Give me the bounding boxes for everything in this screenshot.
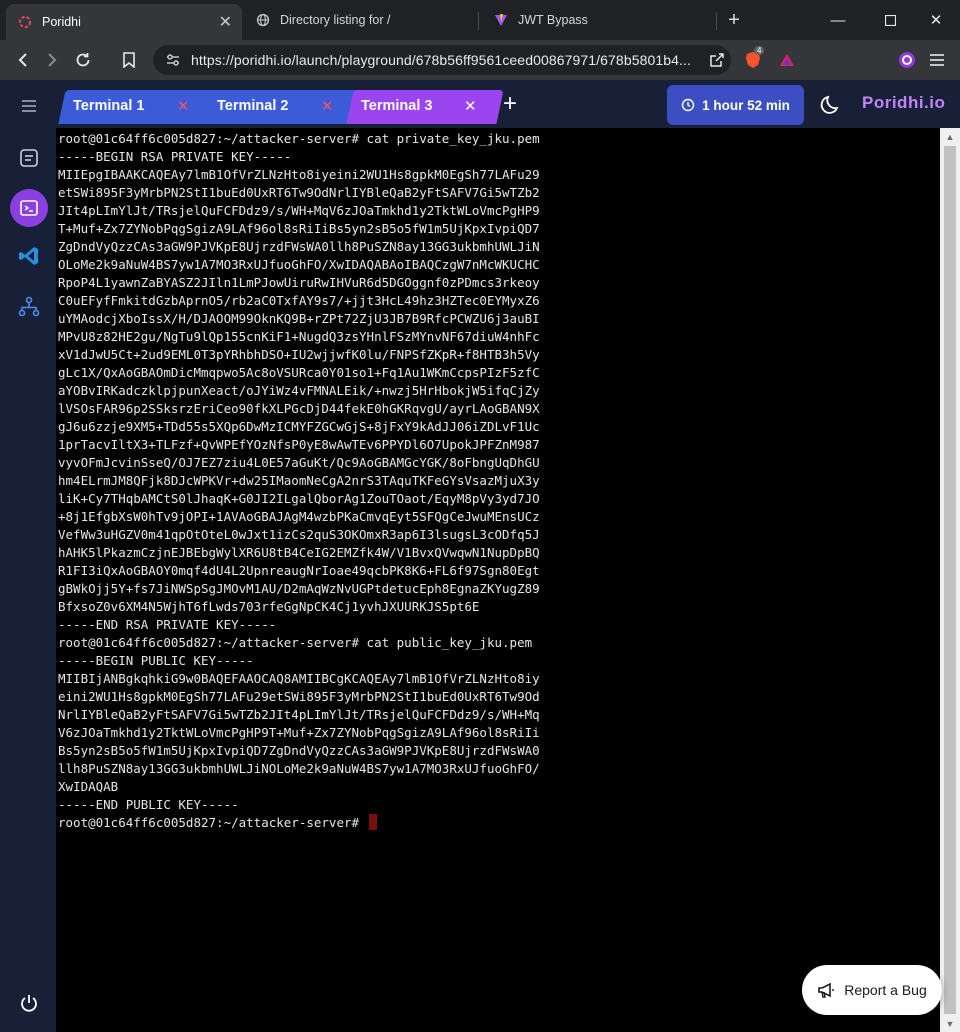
terminal-prompt: root@01c64ff6c005d827:~/attacker-server# bbox=[58, 815, 367, 830]
terminal-prompt-line: root@01c64ff6c005d827:~/attacker-server# bbox=[58, 814, 540, 832]
menu-icon[interactable] bbox=[925, 48, 949, 72]
site-settings-icon[interactable] bbox=[161, 48, 185, 72]
terminal-line: MIIEpgIBAAKCAQEAy7lmB1OfVrZLNzHto8iyeini… bbox=[58, 167, 540, 182]
terminal-output: root@01c64ff6c005d827:~/attacker-server#… bbox=[58, 130, 540, 832]
terminal-line: MIIBIjANBgkqhkiG9w0BAQEFAAOCAQ8AMIIBCgKC… bbox=[58, 671, 540, 686]
vite-logo-icon bbox=[494, 13, 508, 27]
forward-button[interactable] bbox=[40, 48, 64, 72]
browser-tab-poridhi[interactable]: Poridhi ✕ bbox=[6, 4, 242, 40]
terminal-line: -----END PUBLIC KEY----- bbox=[58, 797, 239, 812]
share-icon[interactable] bbox=[705, 48, 729, 72]
terminal-line: MPvU8z82HE2gu/NgTu9lQp155cnKiF1+NugdQ3zs… bbox=[58, 329, 540, 344]
terminal-line: +8j1EfgbXsW0hTv9jOPI+1AVAoGBAJAgM4wzbPKa… bbox=[58, 509, 540, 524]
terminal-line: eini2WU1Hs8gpkM0EgSh77LAFu29etSWi895F3yM… bbox=[58, 689, 540, 704]
terminal-line: OLoMe2k9aNuW4BS7yw1A7MO3RxUJfuoGhFO/XwID… bbox=[58, 257, 540, 272]
poridhi-logo: Poridhi.io bbox=[862, 93, 946, 112]
terminal-line: BfxsoZ0v6XM4N5WjhT6fLwds703rfeGgNpCK4Cj1… bbox=[58, 599, 480, 614]
dark-mode-toggle-icon[interactable] bbox=[820, 94, 842, 116]
terminal-line: NrlIYBleQaB2yFtSAFV7Gi5wTZb2JIt4pLImYlJt… bbox=[58, 707, 540, 722]
tab-divider bbox=[478, 12, 479, 30]
megaphone-icon bbox=[817, 982, 835, 998]
terminal-line: -----BEGIN RSA PRIVATE KEY----- bbox=[58, 149, 292, 164]
minimize-window-button[interactable]: — bbox=[818, 6, 858, 34]
terminal-window[interactable]: root@01c64ff6c005d827:~/attacker-server#… bbox=[56, 128, 940, 1032]
extension-badge: 4 bbox=[754, 46, 765, 55]
terminal-line: liK+Cy7THqbAMCtS0lJhaqK+G0JI2ILgalQborAg… bbox=[58, 491, 540, 506]
vscode-icon[interactable] bbox=[14, 241, 44, 271]
session-timer: 1 hour 52 min bbox=[667, 85, 804, 125]
close-terminal-3-icon[interactable]: ✕ bbox=[464, 97, 477, 115]
terminal-line: JIt4pLImYlJt/TRsjelQuFCFDdz9/s/WH+MqV6zJ… bbox=[58, 203, 540, 218]
back-button[interactable] bbox=[11, 48, 35, 72]
browser-tab-title: Directory listing for / bbox=[280, 13, 391, 27]
close-window-button[interactable]: ✕ bbox=[916, 6, 956, 34]
power-icon[interactable] bbox=[14, 988, 44, 1018]
hamburger-menu-icon[interactable] bbox=[14, 91, 44, 121]
add-terminal-button[interactable]: + bbox=[498, 90, 522, 117]
terminal-line: gBWkOjj5Y+fs7JiNWSpSgJMOvM1AU/D2mAqWzNvU… bbox=[58, 581, 540, 596]
scroll-down-arrow-icon[interactable]: ▼ bbox=[940, 1016, 960, 1032]
globe-icon bbox=[256, 13, 270, 27]
terminal-line: lVSOsFAR96p2SSksrzEriCeo90fkXLPGcDjD44fe… bbox=[58, 401, 540, 416]
terminal-line: 1prTacvIltX3+TLFzf+QvWPEfYOzNfsP0yE8wAwT… bbox=[58, 437, 540, 452]
terminal-line: T+Muf+Zx7ZYNobPqgSgizA9LAf96ol8sRiIiBs5y… bbox=[58, 221, 540, 236]
browser-tab-title: Poridhi bbox=[42, 15, 81, 29]
browser-tab-jwt-bypass[interactable]: JWT Bypass bbox=[482, 4, 714, 36]
browser-tab-title: JWT Bypass bbox=[518, 13, 588, 27]
terminal-line: C0uEFyfFmkitdGzbAprnO5/rb2aC0TxfAY9s7/+j… bbox=[58, 293, 540, 308]
terminal-line: uYMAodcjXboIssX/H/DJAOOM99OknKQ9B+rZPt72… bbox=[58, 311, 540, 326]
terminal-icon[interactable] bbox=[14, 193, 44, 223]
url-text[interactable]: https://poridhi.io/launch/playground/678… bbox=[191, 52, 701, 68]
terminal-line: etSWi895F3yMrbPN2StI1buEd0UxRT6Tw9OdNrlI… bbox=[58, 185, 540, 200]
terminal-line: R1FI3iQxAoGBAOY0mqf4dU4L2UpnreaugNrIoae4… bbox=[58, 563, 540, 578]
close-terminal-2-icon[interactable]: ✕ bbox=[321, 97, 334, 115]
notes-icon[interactable] bbox=[14, 143, 44, 173]
terminal-line: root@01c64ff6c005d827:~/attacker-server#… bbox=[58, 131, 540, 146]
profile-icon[interactable] bbox=[895, 48, 919, 72]
terminal-line: ZgDndVyQzzCAs3aGW9PJVKpE8UjrzdFWsWA0llh8… bbox=[58, 239, 540, 254]
tab-terminal-3-label[interactable]: Terminal 3 bbox=[361, 98, 432, 114]
terminal-line: llh8PuSZN8ay13GG3ukbmhUWLJiNOLoMe2k9aNuW… bbox=[58, 761, 540, 776]
brave-rewards-icon[interactable] bbox=[775, 48, 799, 72]
terminal-line: V6zJOaTmkhd1y2TktWLoVmcPgHP9T+Muf+Zx7ZYN… bbox=[58, 725, 540, 740]
timer-text: 1 hour 52 min bbox=[702, 97, 790, 113]
scrollbar-thumb[interactable] bbox=[944, 146, 956, 1014]
new-tab-button[interactable]: + bbox=[722, 8, 746, 32]
terminal-line: xV1dJwU5Ct+2ud9EML0T3pYRhbhDSO+IU2wjjwfK… bbox=[58, 347, 540, 362]
reload-button[interactable] bbox=[71, 48, 95, 72]
browser-tab-directory[interactable]: Directory listing for / bbox=[244, 4, 476, 36]
network-diagram-icon[interactable] bbox=[14, 292, 44, 322]
terminal-line: VefWw3uHGZV0m41qpOtOteL0wJxt1izCs2quS3OK… bbox=[58, 527, 540, 542]
report-bug-button[interactable]: Report a Bug bbox=[802, 965, 942, 1015]
terminal-line: RpoP4L1yawnZaBYASZ2JIln1LmPJowUiruRwIHVu… bbox=[58, 275, 540, 290]
tab-terminal-2-label[interactable]: Terminal 2 bbox=[217, 98, 288, 114]
tab-terminal-1-label[interactable]: Terminal 1 bbox=[73, 98, 144, 114]
scroll-up-arrow-icon[interactable]: ▲ bbox=[940, 129, 960, 145]
clock-icon bbox=[681, 98, 695, 112]
terminal-line: XwIDAQAB bbox=[58, 779, 119, 794]
terminal-line: gLc1X/QxAoGBAOmDicMmqpwo5Ac8oVSURca0Y01s… bbox=[58, 365, 540, 380]
terminal-line: Bs5yn2sB5o5fW1m5UjKpxIvpiQD7ZgDndVyQzzCA… bbox=[58, 743, 540, 758]
terminal-line: -----BEGIN PUBLIC KEY----- bbox=[58, 653, 254, 668]
terminal-line: hm4ELrmJM8QFjk8DJcWPKVr+dw25IMaomNeCgA2n… bbox=[58, 473, 540, 488]
terminal-line: gJ6u6zzje9XM5+TDd55s5XQp6DwMzICMYFZGCwGj… bbox=[58, 419, 540, 434]
poridhi-favicon-icon bbox=[18, 15, 32, 29]
terminal-line: vyvOFmJcvinSseQ/OJ7EZ7ziu4L0E57aGuKt/Qc9… bbox=[58, 455, 540, 470]
terminal-line: aYOBvIRKadczklpjpunXeact/oJYiWz4vFMNALEi… bbox=[58, 383, 540, 398]
close-terminal-1-icon[interactable]: ✕ bbox=[177, 97, 190, 115]
close-tab-icon[interactable]: ✕ bbox=[219, 12, 232, 32]
terminal-line: hAHK5lPkazmCzjnEJBEbgWylXR6U8tB4CeIG2EMZ… bbox=[58, 545, 540, 560]
bookmark-icon[interactable] bbox=[117, 48, 141, 72]
terminal-cursor bbox=[368, 814, 377, 830]
maximize-window-button[interactable] bbox=[870, 6, 910, 34]
tab-divider bbox=[716, 12, 717, 30]
terminal-line: root@01c64ff6c005d827:~/attacker-server#… bbox=[58, 635, 533, 650]
report-bug-label: Report a Bug bbox=[844, 982, 927, 998]
brave-shields-icon[interactable]: 4 bbox=[741, 46, 765, 72]
terminal-line: -----END RSA PRIVATE KEY----- bbox=[58, 617, 277, 632]
